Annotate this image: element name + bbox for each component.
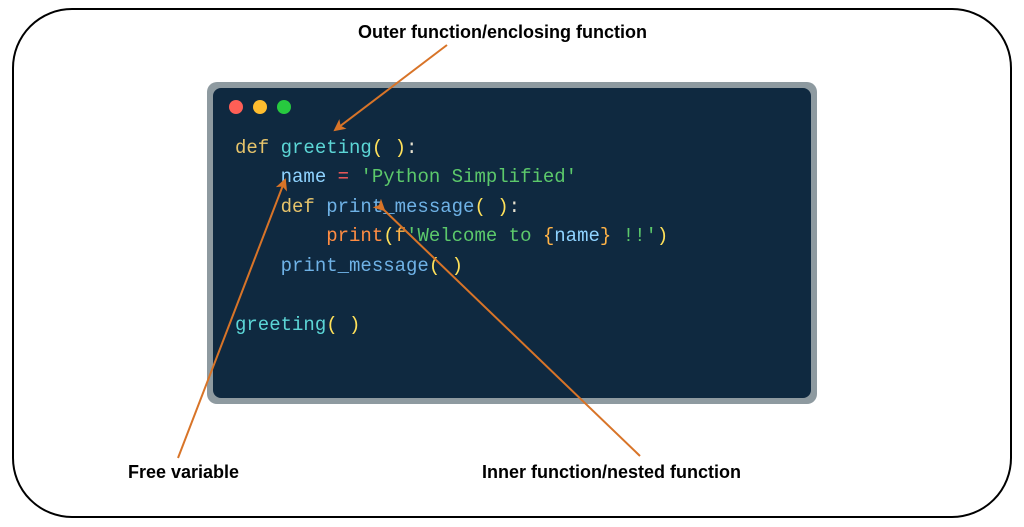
paren-open: ( (383, 225, 394, 247)
var-name: name (281, 166, 327, 188)
indent (235, 166, 281, 188)
inner-fn-name: print_message (326, 196, 474, 218)
maximize-icon (277, 100, 291, 114)
label-free-variable: Free variable (128, 462, 239, 483)
minimize-icon (253, 100, 267, 114)
f-prefix: f (395, 225, 406, 247)
label-outer-function: Outer function/enclosing function (358, 22, 647, 43)
fstring-part: 'Welcome to (406, 225, 543, 247)
fstring-part: !!' (611, 225, 657, 247)
outer-fn-name: greeting (281, 137, 372, 159)
paren: ( ) (429, 255, 463, 277)
colon: : (509, 196, 520, 218)
keyword-def: def (281, 196, 327, 218)
keyword-def: def (235, 137, 281, 159)
close-icon (229, 100, 243, 114)
window-traffic-lights (229, 100, 291, 114)
equals: = (326, 166, 360, 188)
code-block: def greeting( ): name = 'Python Simplifi… (235, 134, 668, 340)
indent (235, 225, 326, 247)
paren: ( ) (326, 314, 360, 336)
indent (235, 196, 281, 218)
builtin-print: print (326, 225, 383, 247)
brace: } (600, 225, 611, 247)
paren-close: ) (657, 225, 668, 247)
string-literal: 'Python Simplified' (360, 166, 577, 188)
colon: : (406, 137, 417, 159)
outer-fn-call: greeting (235, 314, 326, 336)
var-ref: name (554, 225, 600, 247)
brace: { (543, 225, 554, 247)
code-window: def greeting( ): name = 'Python Simplifi… (207, 82, 817, 404)
label-inner-function: Inner function/nested function (482, 462, 741, 483)
indent (235, 255, 281, 277)
code-editor-bg: def greeting( ): name = 'Python Simplifi… (213, 88, 811, 398)
paren: ( ) (474, 196, 508, 218)
inner-fn-call: print_message (281, 255, 429, 277)
paren: ( ) (372, 137, 406, 159)
